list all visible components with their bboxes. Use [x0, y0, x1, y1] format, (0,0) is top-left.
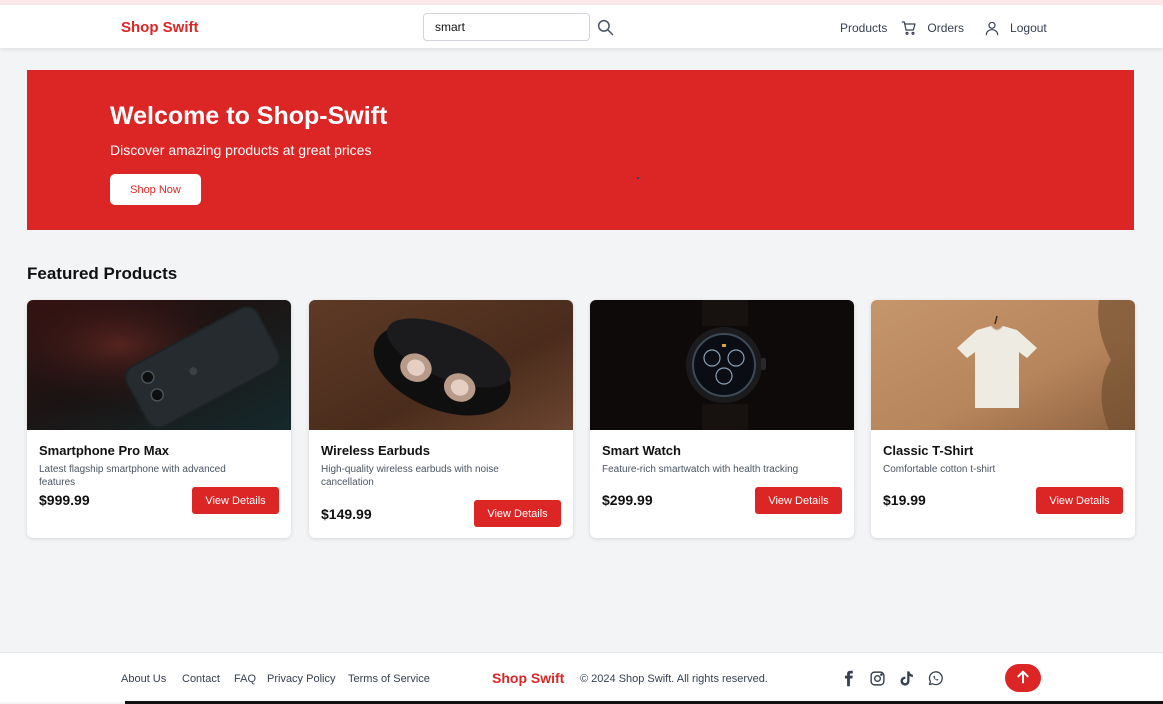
product-card-earbuds: Wireless Earbuds High-quality wireless e…	[309, 300, 573, 538]
view-details-button[interactable]: View Details	[192, 487, 279, 514]
hero-banner: Welcome to Shop-Swift Discover amazing p…	[27, 70, 1134, 230]
user-icon[interactable]	[984, 20, 1000, 36]
product-price: $299.99	[602, 492, 653, 508]
tiktok-icon[interactable]	[898, 670, 915, 687]
product-price: $19.99	[883, 492, 926, 508]
product-image-tshirt[interactable]	[871, 300, 1135, 430]
product-card-smartphone: Smartphone Pro Max Latest flagship smart…	[27, 300, 291, 538]
nav-products-link[interactable]: Products	[840, 21, 887, 35]
search-input[interactable]	[423, 13, 590, 41]
view-details-button[interactable]: View Details	[474, 500, 561, 527]
product-card-smartwatch: Smart Watch Feature-rich smartwatch with…	[590, 300, 854, 538]
brand-logo[interactable]: Shop Swift	[121, 19, 199, 36]
cart-icon[interactable]	[901, 20, 917, 36]
footer-copyright: © 2024 Shop Swift. All rights reserved.	[580, 673, 768, 685]
product-card-tshirt: Classic T-Shirt Comfortable cotton t-shi…	[871, 300, 1135, 538]
footer-link-contact[interactable]: Contact	[182, 673, 220, 685]
product-name[interactable]: Smartphone Pro Max	[39, 443, 169, 458]
product-description: Comfortable cotton t-shirt	[883, 464, 996, 475]
product-image-smartphone[interactable]	[27, 300, 291, 430]
shop-now-button[interactable]: Shop Now	[110, 174, 201, 205]
product-price: $999.99	[39, 492, 90, 508]
product-name[interactable]: Classic T-Shirt	[883, 443, 973, 458]
footer-link-faq[interactable]: FAQ	[234, 673, 256, 685]
nav-logout-link[interactable]: Logout	[1010, 21, 1047, 35]
instagram-icon[interactable]	[869, 670, 886, 687]
footer-brand[interactable]: Shop Swift	[492, 670, 564, 686]
product-name[interactable]: Smart Watch	[602, 443, 681, 458]
main-nav: Products Orders Logout	[840, 19, 1047, 37]
facebook-icon[interactable]	[840, 670, 857, 687]
view-details-button[interactable]: View Details	[1036, 487, 1123, 514]
decorative-dot	[637, 177, 639, 179]
product-name[interactable]: Wireless Earbuds	[321, 443, 430, 458]
product-image-earbuds[interactable]	[309, 300, 573, 430]
footer: About Us Contact FAQ Privacy Policy Term…	[0, 652, 1163, 702]
footer-link-about-us[interactable]: About Us	[121, 673, 166, 685]
scroll-to-top-button[interactable]	[1005, 664, 1041, 692]
search-icon[interactable]	[596, 18, 614, 36]
whatsapp-icon[interactable]	[927, 670, 944, 687]
arrow-up-icon	[1015, 669, 1031, 688]
nav-orders-link[interactable]: Orders	[927, 21, 964, 35]
footer-link-terms-of-service[interactable]: Terms of Service	[348, 673, 430, 685]
featured-products-title: Featured Products	[27, 264, 178, 283]
product-price: $149.99	[321, 506, 372, 522]
product-description: Latest flagship smartphone with advanced…	[39, 464, 226, 488]
product-description: High-quality wireless earbuds with noise…	[321, 464, 499, 488]
product-description: Feature-rich smartwatch with health trac…	[602, 464, 799, 475]
hero-title: Welcome to Shop-Swift	[110, 102, 388, 130]
hero-subtitle: Discover amazing products at great price…	[110, 142, 372, 158]
header: Shop Swift Products Orders Logout	[0, 5, 1163, 48]
view-details-button[interactable]: View Details	[755, 487, 842, 514]
footer-link-privacy-policy[interactable]: Privacy Policy	[267, 673, 335, 685]
product-image-smartwatch[interactable]	[590, 300, 854, 430]
